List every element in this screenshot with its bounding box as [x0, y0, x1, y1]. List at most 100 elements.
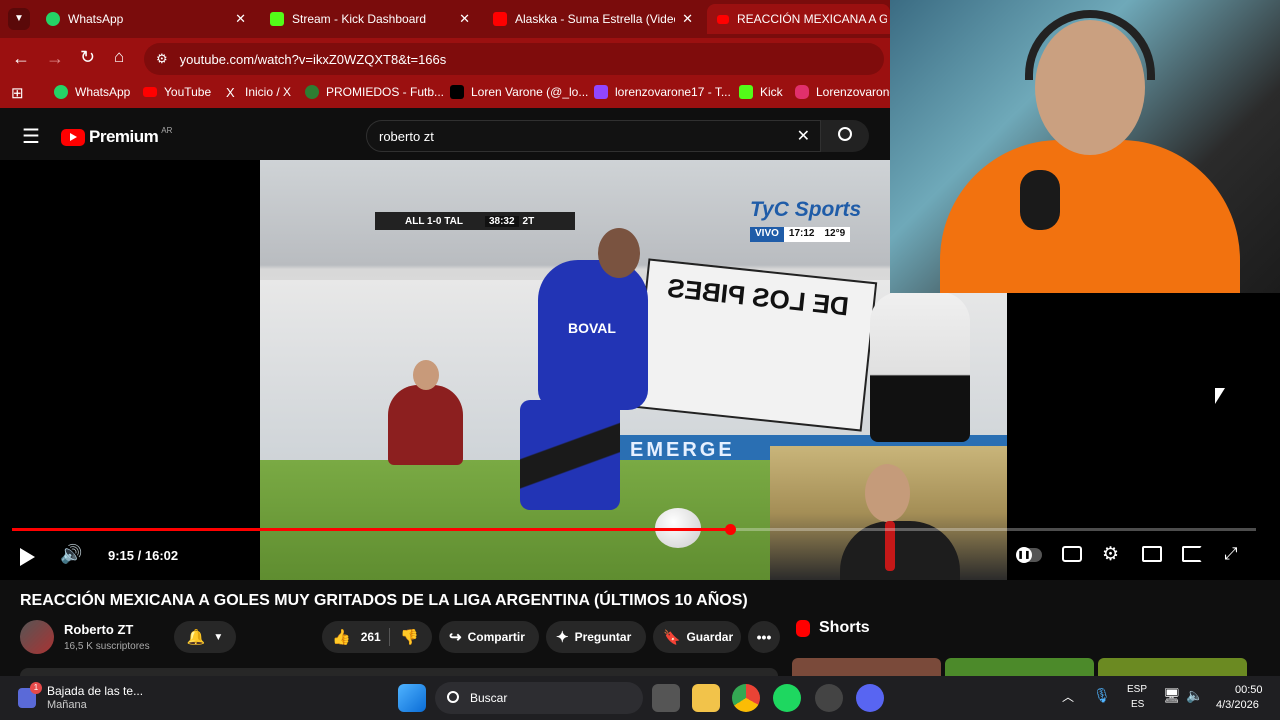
spotify-icon[interactable] — [773, 684, 801, 712]
bookmark-instagram[interactable]: Lorenzovarone — [795, 85, 896, 99]
bookmark-x[interactable]: X Inicio / X — [226, 85, 292, 100]
search-input[interactable]: roberto zt — [379, 129, 434, 144]
bookmark-youtube[interactable]: YouTube — [143, 85, 211, 99]
bookmark-kick[interactable]: Kick — [739, 85, 783, 99]
autoplay-toggle[interactable]: ❚❚ — [1016, 547, 1042, 563]
subtitles-icon[interactable] — [1062, 546, 1082, 562]
theater-mode-icon[interactable] — [1142, 546, 1162, 562]
subscribe-bell-button[interactable]: 🔔 ▼ — [174, 621, 236, 653]
discord-icon[interactable] — [856, 684, 884, 712]
bookmark-tiktok[interactable]: Loren Varone (@_lo... — [450, 85, 588, 99]
bookmark-label: lorenzovarone17 - T... — [615, 85, 731, 99]
tab-whatsapp[interactable]: WhatsApp ✕ — [36, 4, 254, 34]
close-icon[interactable]: ✕ — [682, 11, 693, 27]
menu-icon[interactable]: ☰ — [22, 124, 40, 149]
channel-name[interactable]: Roberto ZT — [64, 622, 133, 637]
volume-icon[interactable]: 🔊 — [60, 544, 82, 565]
settings-icon[interactable]: ⚙ — [1102, 543, 1119, 566]
obs-icon[interactable] — [815, 684, 843, 712]
notification-badge: 1 — [30, 682, 42, 694]
jersey-text: BOVAL — [568, 320, 616, 336]
tab-label: Alaskka - Suma Estrella (Video C — [515, 12, 675, 26]
windows-start-icon[interactable] — [398, 684, 426, 712]
progress-bar[interactable] — [12, 524, 1256, 535]
forward-icon[interactable]: → — [46, 48, 64, 69]
play-icon[interactable] — [20, 548, 35, 566]
save-button[interactable]: 🔖 Guardar — [653, 621, 741, 653]
bookmark-label: Kick — [760, 85, 783, 99]
like-button[interactable]: 👍 261 — [322, 628, 390, 646]
bookmark-label: WhatsApp — [75, 85, 131, 99]
kick-icon — [270, 12, 284, 26]
tab-reaccion-active[interactable]: REACCIÓN MEXICANA A GO — [707, 4, 890, 34]
bookmark-icon: 🔖 — [663, 628, 681, 645]
bookmark-twitch[interactable]: lorenzovarone17 - T... — [594, 85, 731, 99]
cast-icon[interactable] — [1182, 546, 1202, 562]
dislike-button[interactable]: 👎 — [390, 628, 419, 646]
home-icon[interactable]: ⌂ — [114, 47, 124, 67]
tab-list-dropdown[interactable]: ▼ — [8, 8, 30, 30]
share-label: Compartir — [467, 630, 525, 644]
description-box[interactable] — [20, 668, 778, 676]
microphone-icon[interactable]: 🎙 — [1093, 687, 1111, 704]
kick-icon — [739, 85, 753, 99]
vivo-label: VIVO — [750, 227, 784, 242]
save-label: Guardar — [686, 630, 734, 644]
tab-alaskka[interactable]: Alaskka - Suma Estrella (Video C ✕ — [483, 4, 701, 34]
show-hidden-icons-icon[interactable]: ︿ — [1062, 688, 1074, 705]
bookmark-label: Lorenzovarone — [816, 85, 897, 99]
tab-kick-dashboard[interactable]: Stream - Kick Dashboard ✕ — [260, 4, 478, 34]
windows-taskbar: 1 Bajada de las te... Mañana Buscar ︿ 🎙 … — [0, 676, 1280, 720]
bookmark-label: YouTube — [164, 85, 212, 99]
banner-flag: DE LOS PIBES — [632, 258, 878, 432]
share-icon: ↪ — [449, 629, 462, 646]
search-box[interactable]: roberto zt ✕ — [366, 120, 821, 152]
youtube-icon — [493, 12, 507, 26]
bookmark-label: Inicio / X — [245, 85, 292, 99]
address-bar[interactable]: ⚙ youtube.com/watch?v=ikxZ0WZQXT8&t=166s — [144, 43, 884, 75]
search-button[interactable] — [821, 120, 869, 152]
tab-label: REACCIÓN MEXICANA A GO — [737, 12, 887, 26]
chevron-down-icon: ▼ — [14, 13, 24, 24]
youtube-logo[interactable]: Premium AR — [61, 126, 172, 147]
ask-button[interactable]: ✦ Preguntar — [546, 621, 646, 653]
bookmark-promiedos[interactable]: PROMIEDOS - Futb... — [305, 85, 444, 99]
speaker-icon[interactable]: 🔈 — [1186, 687, 1203, 704]
more-actions-button[interactable]: ••• — [748, 621, 780, 653]
share-button[interactable]: ↪ Compartir — [439, 621, 539, 653]
short-thumbnail[interactable] — [792, 658, 941, 676]
close-icon[interactable]: ✕ — [459, 11, 470, 27]
progress-scrubber[interactable] — [724, 524, 736, 535]
weather-widget[interactable]: 1 Bajada de las te... Mañana — [18, 682, 178, 714]
short-thumbnail[interactable] — [1098, 658, 1247, 676]
like-dislike-group: 👍 261 👎 — [322, 621, 432, 653]
bookmark-label: PROMIEDOS - Futb... — [326, 85, 445, 99]
network-icon[interactable]: 🖥 — [1163, 687, 1181, 704]
fullscreen-icon[interactable]: ⤢ — [1224, 544, 1238, 564]
photographer — [388, 385, 463, 465]
clock-date[interactable]: 4/3/2026 — [1216, 699, 1259, 711]
streamer-webcam — [890, 0, 1280, 293]
banner-text: DE LOS PIBES — [665, 272, 851, 322]
clear-search-icon[interactable]: ✕ — [797, 126, 810, 146]
instagram-icon — [795, 85, 809, 99]
file-explorer-icon[interactable] — [692, 684, 720, 712]
reload-icon[interactable]: ↻ — [80, 47, 95, 68]
chrome-icon[interactable] — [732, 684, 760, 712]
like-count: 261 — [360, 630, 381, 644]
site-info-icon[interactable]: ⚙ — [156, 51, 168, 67]
widget-subtitle: Mañana — [47, 699, 87, 711]
promiedos-icon — [305, 85, 319, 99]
channel-avatar[interactable] — [20, 620, 54, 654]
short-thumbnail[interactable] — [945, 658, 1094, 676]
close-icon[interactable]: ✕ — [235, 11, 246, 27]
task-view-icon[interactable] — [652, 684, 680, 712]
taskbar-search[interactable]: Buscar — [435, 682, 643, 714]
clock-time[interactable]: 00:50 — [1235, 684, 1263, 696]
chevron-down-icon: ▼ — [213, 631, 224, 643]
apps-grid-icon[interactable]: ⊞ — [11, 84, 24, 102]
language-top[interactable]: ESP — [1127, 684, 1147, 695]
bookmark-whatsapp[interactable]: WhatsApp — [54, 85, 130, 99]
back-icon[interactable]: ← — [12, 48, 30, 69]
whatsapp-icon — [46, 12, 60, 26]
